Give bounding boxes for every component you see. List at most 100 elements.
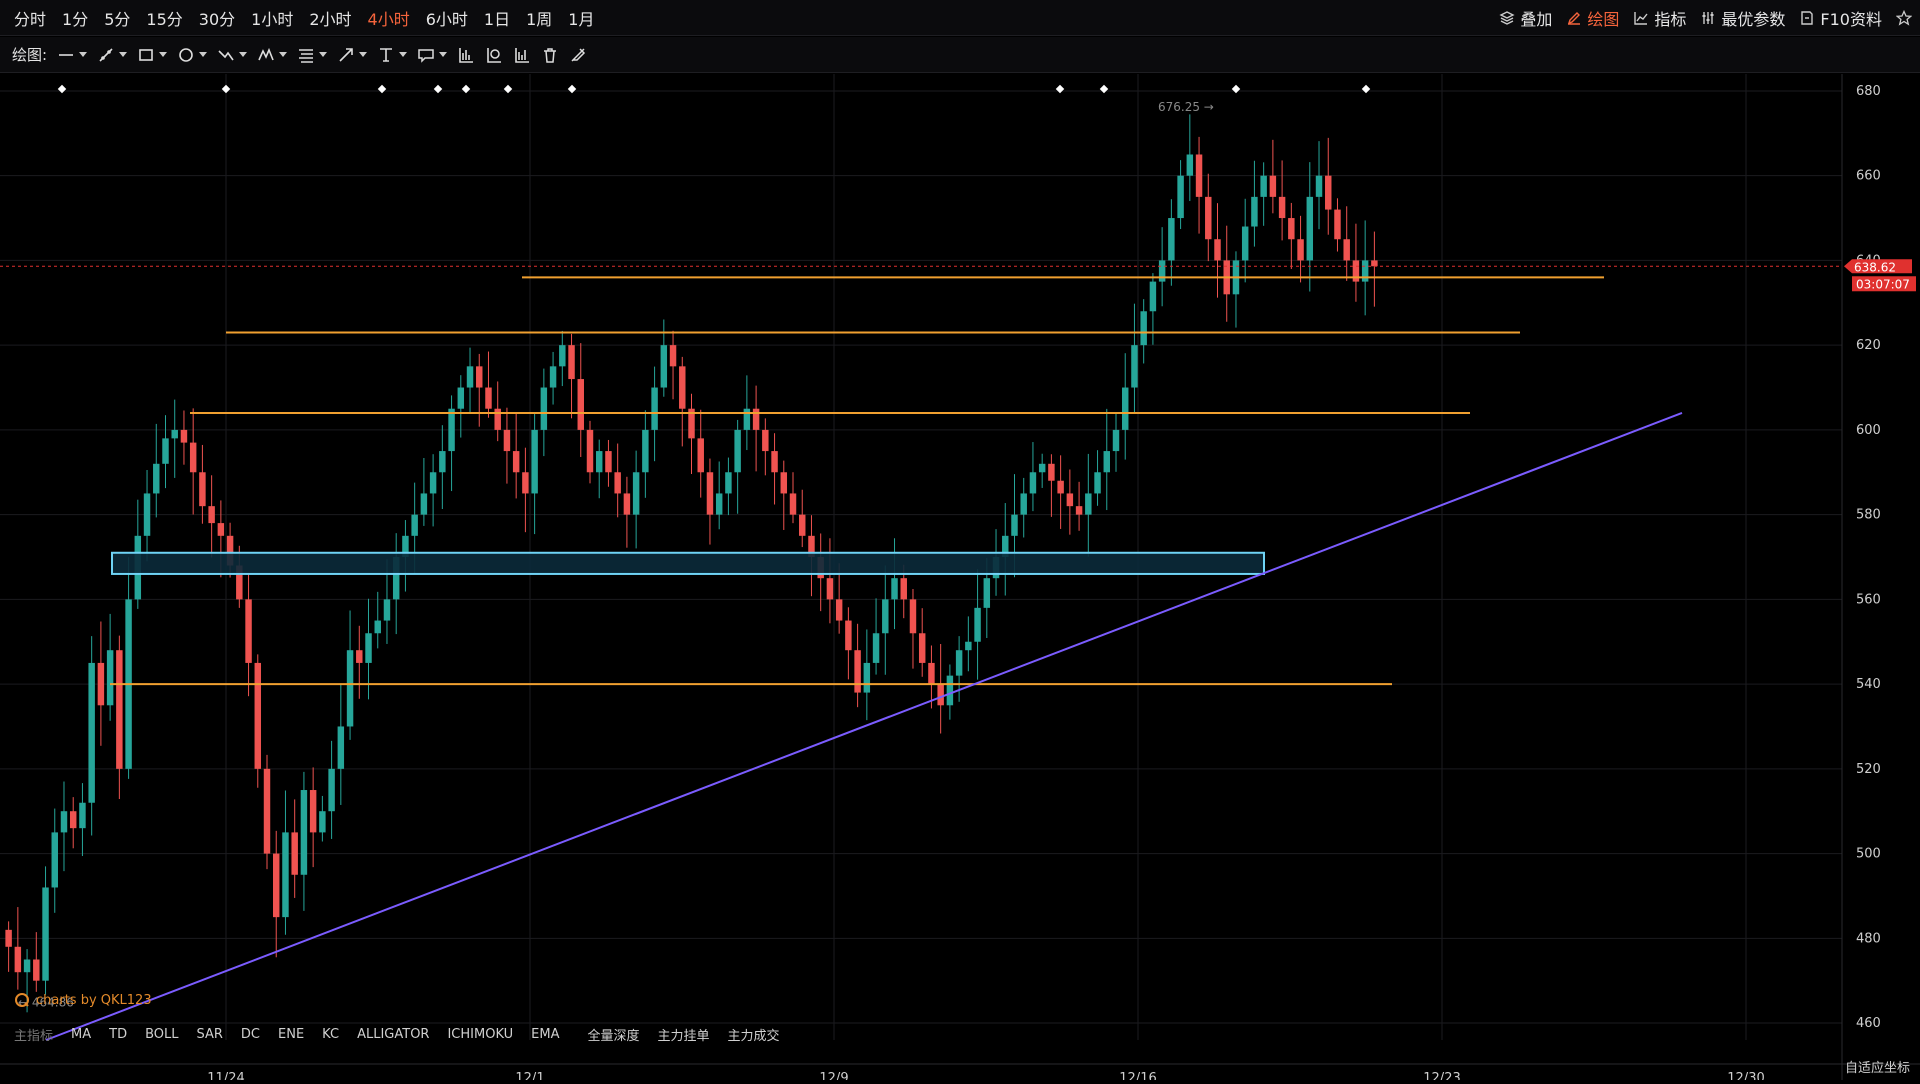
candle-body (346, 650, 354, 727)
interval-11[interactable]: 1月 (560, 6, 602, 30)
interval-8[interactable]: 6小时 (418, 6, 476, 30)
candle-body (605, 451, 612, 473)
candle-body (42, 887, 49, 981)
candle-body (826, 578, 834, 600)
candle-body (1214, 239, 1221, 261)
y-tick-label: 460 (1856, 1016, 1881, 1031)
candle-body (1177, 175, 1184, 219)
candle-body (300, 790, 308, 875)
path-tool[interactable] (217, 46, 248, 64)
candle-body (623, 493, 631, 515)
indicator-7[interactable]: KC (313, 1027, 348, 1042)
line-tool[interactable] (57, 46, 88, 64)
path-tool-icon (218, 49, 234, 60)
comment-tool[interactable] (417, 46, 448, 64)
interval-5[interactable]: 1小时 (243, 6, 301, 30)
event-marker (503, 84, 513, 94)
fibonacci-tool[interactable] (297, 46, 328, 64)
y-tick-label: 480 (1856, 931, 1881, 946)
eraser-icon (571, 47, 586, 62)
indicator-8[interactable]: ALLIGATOR (348, 1027, 438, 1042)
y-tick-label: 600 (1856, 423, 1881, 438)
indicator-9[interactable]: ICHIMOKU (438, 1027, 522, 1042)
optimal-params-button[interactable]: 最优参数 (1700, 6, 1785, 30)
fibonacci-tool-icon (299, 48, 314, 63)
high-price-label: 676.25 → (1158, 100, 1214, 114)
autoscale-toggle[interactable]: 自适应坐标 (1845, 1057, 1910, 1076)
event-marker (221, 84, 231, 94)
event-marker (1361, 84, 1371, 94)
delete-drawings-action[interactable] (541, 46, 559, 64)
f10-button[interactable]: F10资料 (1799, 6, 1882, 30)
text-tool[interactable] (377, 46, 408, 64)
indicator-2[interactable]: TD (100, 1027, 136, 1042)
indicator-13[interactable]: 主力成交 (719, 1025, 789, 1044)
candle-body (1075, 506, 1083, 515)
draw-button[interactable]: 绘图 (1566, 6, 1619, 30)
candle-body (309, 790, 317, 833)
candle-body (1020, 493, 1027, 515)
pattern-tool[interactable] (257, 46, 288, 64)
indicator-11[interactable]: 全量深度 (578, 1025, 648, 1044)
interval-3[interactable]: 15分 (138, 6, 190, 30)
column-chart-action[interactable] (513, 46, 531, 64)
indicator-button[interactable]: 指标 (1633, 6, 1686, 30)
event-marker (1099, 84, 1109, 94)
interval-7[interactable]: 4小时 (360, 6, 418, 30)
favorite-button[interactable] (1896, 10, 1912, 26)
candle-body (1343, 239, 1350, 261)
layers-icon (1499, 11, 1515, 25)
candle-body (1048, 463, 1055, 481)
y-tick-label: 660 (1856, 169, 1881, 184)
arrow-tool[interactable] (337, 46, 368, 64)
indicator-4[interactable]: SAR (188, 1027, 232, 1042)
candle-body (217, 523, 225, 536)
interval-6[interactable]: 2小时 (301, 6, 359, 30)
candle-body (1149, 281, 1157, 312)
candle-body (1325, 175, 1332, 210)
pie-chart-action[interactable] (485, 46, 503, 64)
indicator-12[interactable]: 主力挂单 (648, 1025, 718, 1044)
event-marker (1231, 84, 1241, 94)
interval-2[interactable]: 5分 (96, 6, 138, 30)
ray-tool[interactable] (97, 46, 128, 64)
candle-body (1288, 218, 1295, 240)
candle-body (1057, 480, 1064, 494)
candle-body (891, 578, 898, 600)
circle-tool[interactable] (177, 46, 208, 64)
indicator-3[interactable]: BOLL (136, 1027, 187, 1042)
indicator-5[interactable]: DC (232, 1027, 269, 1042)
comment-tool-icon (418, 48, 434, 63)
interval-1[interactable]: 1分 (54, 6, 96, 30)
indicator-10[interactable]: EMA (522, 1027, 568, 1042)
rectangle-tool[interactable] (137, 46, 168, 64)
candle-body (512, 451, 520, 473)
price-chart[interactable]: 68066064062060058056054052050048046011/2… (0, 74, 1920, 1084)
candle-body (254, 662, 262, 769)
candle-body (180, 429, 188, 443)
indicator-1[interactable]: MA (62, 1027, 100, 1042)
candle-body (106, 650, 114, 706)
candle-body (383, 599, 391, 621)
candle-body (1103, 451, 1110, 473)
interval-9[interactable]: 1日 (476, 6, 518, 30)
eraser-action[interactable] (569, 46, 587, 64)
indicator-6[interactable]: ENE (269, 1027, 313, 1042)
bar-chart-action[interactable] (457, 46, 475, 64)
rectangle-tool-icon (139, 48, 153, 61)
candle-body (1168, 218, 1175, 261)
interval-0[interactable]: 分时 (6, 6, 54, 30)
candle-body (245, 599, 252, 663)
candle-body (1306, 196, 1314, 261)
candle-body (1158, 260, 1166, 282)
candle-body (282, 832, 289, 918)
candle-body (97, 662, 105, 706)
candle-body (116, 650, 123, 769)
arrow-tool-icon (339, 47, 353, 62)
interval-10[interactable]: 1周 (518, 6, 560, 30)
draw-pen-icon (1568, 12, 1581, 25)
candlestick-chart-svg[interactable]: 68066064062060058056054052050048046011/2… (0, 74, 1920, 1084)
candle-body (771, 451, 778, 473)
interval-4[interactable]: 30分 (191, 6, 243, 30)
overlay-button[interactable]: 叠加 (1499, 6, 1552, 30)
